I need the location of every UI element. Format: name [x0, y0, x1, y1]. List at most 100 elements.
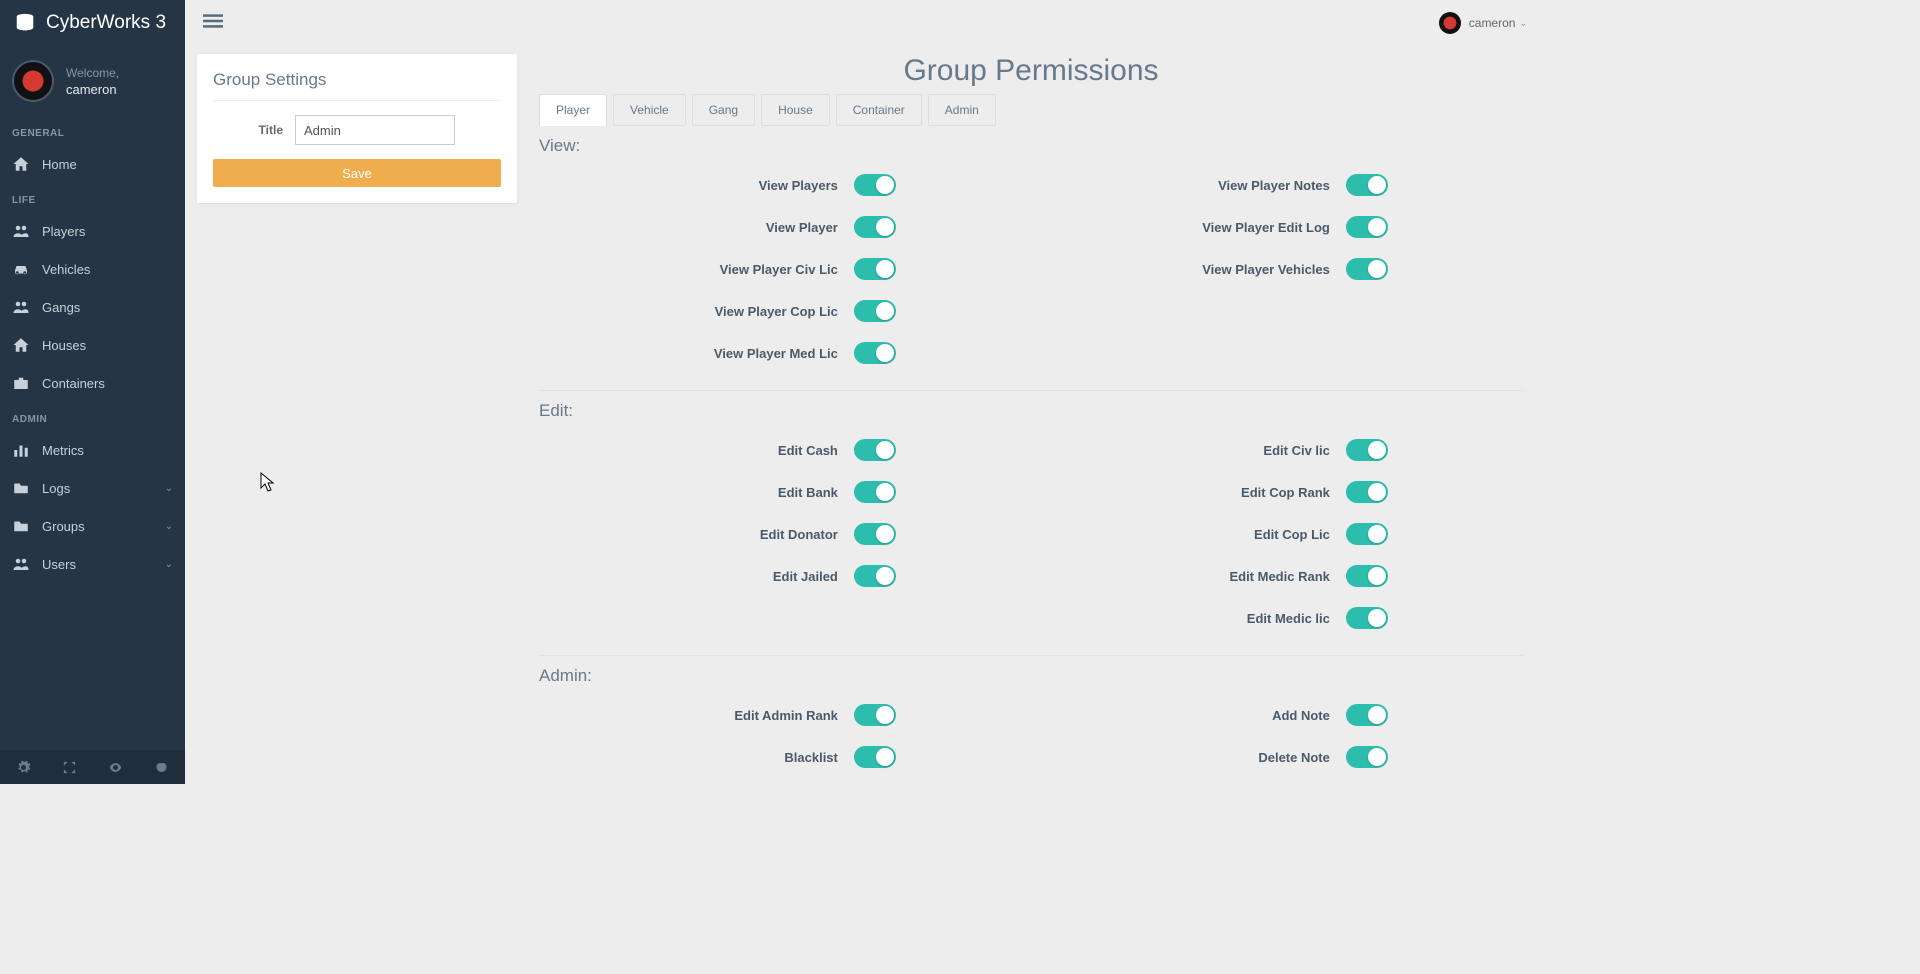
permission-row: Edit Cop Lic	[1031, 513, 1523, 555]
permission-label: Blacklist	[539, 750, 854, 765]
page-title: Group Permissions	[539, 54, 1523, 88]
home-icon	[12, 336, 30, 354]
title-input[interactable]	[295, 115, 455, 145]
sidebar-item-label: Metrics	[42, 443, 84, 458]
permission-row: View Player Edit Log	[1031, 206, 1523, 248]
permission-toggle[interactable]	[1346, 174, 1388, 196]
permission-label: Edit Cop Rank	[1031, 485, 1346, 500]
permission-toggle[interactable]	[1346, 481, 1388, 503]
sidebar-item-groups[interactable]: Groups ⌄	[0, 507, 185, 545]
chevron-down-icon: ⌄	[165, 483, 173, 494]
topbar-left: CyberWorks 3	[0, 0, 223, 46]
briefcase-icon	[12, 374, 30, 392]
avatar	[1439, 12, 1461, 34]
username-top: cameron	[1469, 16, 1516, 30]
brand[interactable]: CyberWorks 3	[0, 0, 185, 46]
tabs: PlayerVehicleGangHouseContainerAdmin	[539, 94, 1523, 126]
permission-toggle[interactable]	[1346, 704, 1388, 726]
tab-admin[interactable]: Admin	[928, 94, 996, 126]
sidebar-heading-admin: ADMIN	[0, 402, 185, 431]
permission-toggle[interactable]	[854, 704, 896, 726]
permission-row: Edit Bank	[539, 471, 1031, 513]
permissions-section: Group Permissions PlayerVehicleGangHouse…	[539, 54, 1523, 778]
permission-toggle[interactable]	[1346, 258, 1388, 280]
sidebar-item-label: Houses	[42, 338, 86, 353]
bars-icon	[203, 11, 223, 31]
power-icon[interactable]	[154, 760, 169, 775]
permission-label: View Player Cop Lic	[539, 304, 854, 319]
sidebar-item-label: Gangs	[42, 300, 80, 315]
gear-icon[interactable]	[16, 760, 31, 775]
tab-house[interactable]: House	[761, 94, 830, 126]
title-label: Title	[213, 123, 283, 137]
sidebar-item-label: Containers	[42, 376, 105, 391]
permission-toggle[interactable]	[854, 523, 896, 545]
permission-label: View Player Med Lic	[539, 346, 854, 361]
permission-toggle[interactable]	[854, 342, 896, 364]
sidebar-item-metrics[interactable]: Metrics	[0, 431, 185, 469]
permission-toggle[interactable]	[854, 439, 896, 461]
save-button[interactable]: Save	[213, 159, 501, 187]
permission-label: View Player Vehicles	[1031, 262, 1346, 277]
sidebar-item-gangs[interactable]: Gangs	[0, 288, 185, 326]
permission-label: View Player Notes	[1031, 178, 1346, 193]
sidebar-footer	[0, 750, 185, 784]
eye-slash-icon[interactable]	[108, 760, 123, 775]
permission-toggle[interactable]	[854, 746, 896, 768]
permission-toggle[interactable]	[1346, 523, 1388, 545]
permission-row: Blacklist	[539, 736, 1031, 778]
folder-icon	[12, 517, 30, 535]
sidebar-heading-life: LIFE	[0, 183, 185, 212]
permission-row: View Player Cop Lic	[539, 290, 1031, 332]
menu-toggle[interactable]	[203, 11, 223, 36]
sidebar-item-label: Logs	[42, 481, 70, 496]
permission-toggle[interactable]	[854, 216, 896, 238]
topbar: CyberWorks 3 cameron ⌄	[0, 0, 1545, 46]
permission-toggle[interactable]	[1346, 439, 1388, 461]
sidebar-user: Welcome, cameron	[0, 46, 185, 116]
permission-toggle[interactable]	[854, 565, 896, 587]
permission-row: View Player Notes	[1031, 164, 1523, 206]
expand-icon[interactable]	[62, 760, 77, 775]
permission-toggle[interactable]	[1346, 607, 1388, 629]
permission-label: View Player	[539, 220, 854, 235]
permission-label: Delete Note	[1031, 750, 1346, 765]
sidebar-item-logs[interactable]: Logs ⌄	[0, 469, 185, 507]
permission-label: Edit Cash	[539, 443, 854, 458]
permission-row: Edit Jailed	[539, 555, 1031, 597]
sidebar-item-users[interactable]: Users ⌄	[0, 545, 185, 583]
permission-row: Edit Civ lic	[1031, 429, 1523, 471]
sidebar-item-containers[interactable]: Containers	[0, 364, 185, 402]
folder-icon	[12, 479, 30, 497]
group-settings-panel: Group Settings Title Save	[197, 54, 517, 203]
sidebar-item-houses[interactable]: Houses	[0, 326, 185, 364]
permission-label: Edit Civ lic	[1031, 443, 1346, 458]
permission-toggle[interactable]	[1346, 746, 1388, 768]
tab-vehicle[interactable]: Vehicle	[613, 94, 686, 126]
sidebar-item-vehicles[interactable]: Vehicles	[0, 250, 185, 288]
permission-label: Edit Jailed	[539, 569, 854, 584]
tab-gang[interactable]: Gang	[692, 94, 755, 126]
permission-row: View Player Med Lic	[539, 332, 1031, 374]
sidebar-item-home[interactable]: Home	[0, 145, 185, 183]
permission-toggle[interactable]	[854, 174, 896, 196]
users-icon	[12, 555, 30, 573]
permission-row: View Player Vehicles	[1031, 248, 1523, 290]
permission-toggle[interactable]	[1346, 565, 1388, 587]
permission-toggle[interactable]	[854, 258, 896, 280]
permission-toggle[interactable]	[854, 481, 896, 503]
permission-label: View Player Civ Lic	[539, 262, 854, 277]
permission-toggle[interactable]	[1346, 216, 1388, 238]
permission-row: View Players	[539, 164, 1031, 206]
user-menu[interactable]: cameron ⌄	[1439, 12, 1527, 34]
tab-player[interactable]: Player	[539, 94, 607, 126]
permission-row: Edit Donator	[539, 513, 1031, 555]
users-icon	[12, 222, 30, 240]
database-icon	[14, 12, 36, 34]
permission-toggle[interactable]	[854, 300, 896, 322]
car-icon	[12, 260, 30, 278]
permission-row: Edit Medic lic	[1031, 597, 1523, 639]
tab-container[interactable]: Container	[836, 94, 922, 126]
home-icon	[12, 155, 30, 173]
sidebar-item-players[interactable]: Players	[0, 212, 185, 250]
